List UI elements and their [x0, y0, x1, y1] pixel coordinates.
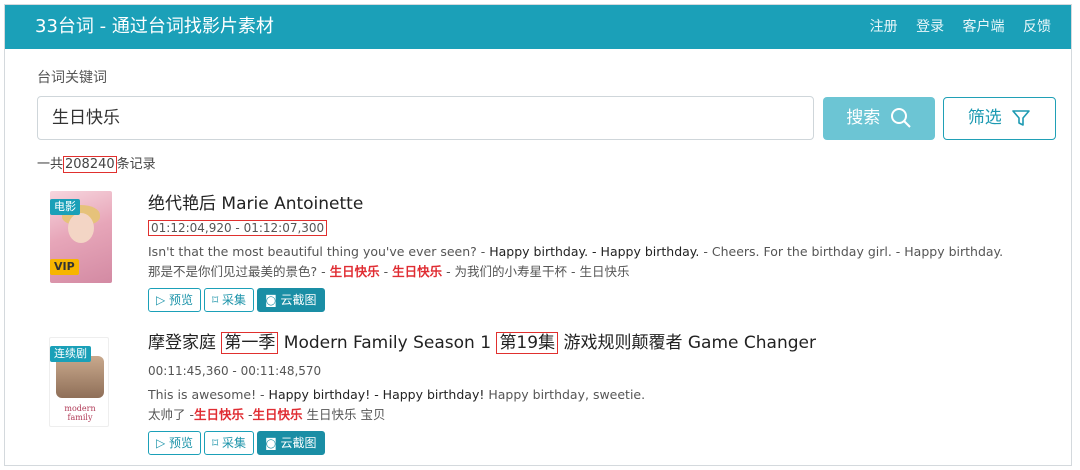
cloud-screenshot-label: 云截图 — [280, 293, 317, 307]
title-part: 摩登家庭 — [148, 333, 222, 353]
count-suffix: 条记录 — [116, 157, 156, 172]
nav-login[interactable]: 登录 — [916, 19, 944, 35]
cloud-screenshot-button[interactable]: ◙ 云截图 — [257, 431, 325, 455]
camera-icon: ◙ — [265, 436, 281, 450]
collect-label: 采集 — [222, 436, 247, 450]
type-badge: 电影 — [50, 199, 80, 215]
cn-highlight: 生日快乐 — [392, 264, 443, 279]
cn-after: 生日快乐 宝贝 — [302, 407, 386, 422]
app-window: 33台词 - 通过台词找影片素材 注册 登录 客户端 反馈 台词关键词 生日快乐… — [4, 4, 1072, 466]
search-icon — [890, 108, 911, 128]
en-before: This is awesome! - — [148, 387, 269, 402]
cn-highlight: 生日快乐 — [252, 407, 303, 422]
type-badge: 连续剧 — [50, 346, 91, 362]
title-part: Modern Family Season 1 — [278, 333, 497, 353]
subtitle-en: This is awesome! - Happy birthday! - Hap… — [148, 386, 645, 404]
top-bar: 33台词 - 通过台词找影片素材 注册 登录 客户端 反馈 — [5, 5, 1071, 49]
collect-button[interactable]: ⌑ 采集 — [204, 431, 255, 455]
preview-button[interactable]: ▷ 预览 — [148, 288, 202, 312]
timecode-value: 01:12:04,920 - 01:12:07,300 — [148, 220, 328, 236]
timecode: 00:11:45,360 - 00:11:48,570 — [148, 364, 322, 378]
result-actions: ▷ 预览 ⌑ 采集 ◙ 云截图 — [148, 288, 328, 314]
cloud-screenshot-label: 云截图 — [280, 436, 317, 450]
filter-icon — [1012, 110, 1031, 126]
cloud-screenshot-button[interactable]: ◙ 云截图 — [257, 288, 325, 312]
filter-button-label: 筛选 — [967, 108, 1002, 128]
en-current: Happy birthday! - Happy birthday! — [268, 387, 485, 402]
cn-highlight: 生日快乐 — [193, 407, 244, 422]
nav-feedback[interactable]: 反馈 — [1023, 19, 1051, 35]
cn-after: - 为我们的小寿星干杯 - 生日快乐 — [442, 264, 630, 279]
filter-button[interactable]: 筛选 — [943, 97, 1056, 140]
poster-logo: modern family — [64, 404, 96, 422]
site-title[interactable]: 33台词 - 通过台词找影片素材 — [35, 5, 274, 49]
cn-before: 那是不是你们见过最美的景色? - — [148, 264, 330, 279]
poster-figure — [56, 356, 104, 398]
cn-highlight: 生日快乐 — [329, 264, 380, 279]
en-after: Happy birthday, sweetie. — [484, 387, 646, 402]
cn-before: 太帅了 - — [148, 407, 194, 422]
timecode: 01:12:04,920 - 01:12:07,300 — [148, 220, 328, 236]
collect-button[interactable]: ⌑ 采集 — [204, 288, 255, 312]
preview-label: 预览 — [169, 293, 194, 307]
count-prefix: 一共 — [37, 157, 64, 172]
title-part: 游戏规则颠覆者 Game Changer — [558, 333, 816, 353]
result-title[interactable]: 绝代艳后 Marie Antoinette — [148, 192, 363, 216]
title-season: 第一季 — [221, 332, 279, 354]
search-button-label: 搜索 — [846, 108, 881, 128]
results-count: 一共 208240 条记录 — [37, 156, 156, 174]
search-button[interactable]: 搜索 — [823, 97, 935, 140]
play-icon: ▷ — [156, 293, 170, 307]
subtitle-cn: 那是不是你们见过最美的景色? - 生日快乐 - 生日快乐 - 为我们的小寿星干杯… — [148, 263, 630, 281]
bookmark-icon: ⌑ — [212, 293, 223, 307]
search-input[interactable]: 生日快乐 — [37, 96, 814, 140]
preview-button[interactable]: ▷ 预览 — [148, 431, 202, 455]
vip-badge: VIP — [50, 259, 79, 275]
en-current: Happy birthday. - Happy birthday. — [489, 244, 700, 259]
top-nav: 注册 登录 客户端 反馈 — [856, 5, 1051, 49]
count-value: 208240 — [63, 156, 117, 173]
nav-register[interactable]: 注册 — [870, 19, 898, 35]
poster-face — [68, 213, 94, 243]
poster-image[interactable]: 连续剧 modern family — [49, 337, 109, 427]
subtitle-en: Isn't that the most beautiful thing you'… — [148, 243, 1003, 261]
preview-label: 预览 — [169, 436, 194, 450]
bookmark-icon: ⌑ — [212, 436, 223, 450]
subtitle-cn: 太帅了 -生日快乐 -生日快乐 生日快乐 宝贝 — [148, 406, 385, 424]
keyword-label: 台词关键词 — [37, 70, 107, 86]
en-after: - Cheers. For the birthday girl. - Happy… — [699, 244, 1004, 259]
nav-client[interactable]: 客户端 — [963, 19, 1005, 35]
play-icon: ▷ — [156, 436, 170, 450]
camera-icon: ◙ — [265, 293, 281, 307]
en-before: Isn't that the most beautiful thing you'… — [148, 244, 490, 259]
collect-label: 采集 — [222, 293, 247, 307]
cn-mid: - — [379, 264, 393, 279]
title-episode: 第19集 — [496, 332, 559, 354]
result-title[interactable]: 摩登家庭 第一季 Modern Family Season 1 第19集 游戏规… — [148, 331, 816, 355]
poster-image[interactable]: 电影 VIP — [50, 191, 112, 283]
result-actions: ▷ 预览 ⌑ 采集 ◙ 云截图 — [148, 431, 328, 457]
